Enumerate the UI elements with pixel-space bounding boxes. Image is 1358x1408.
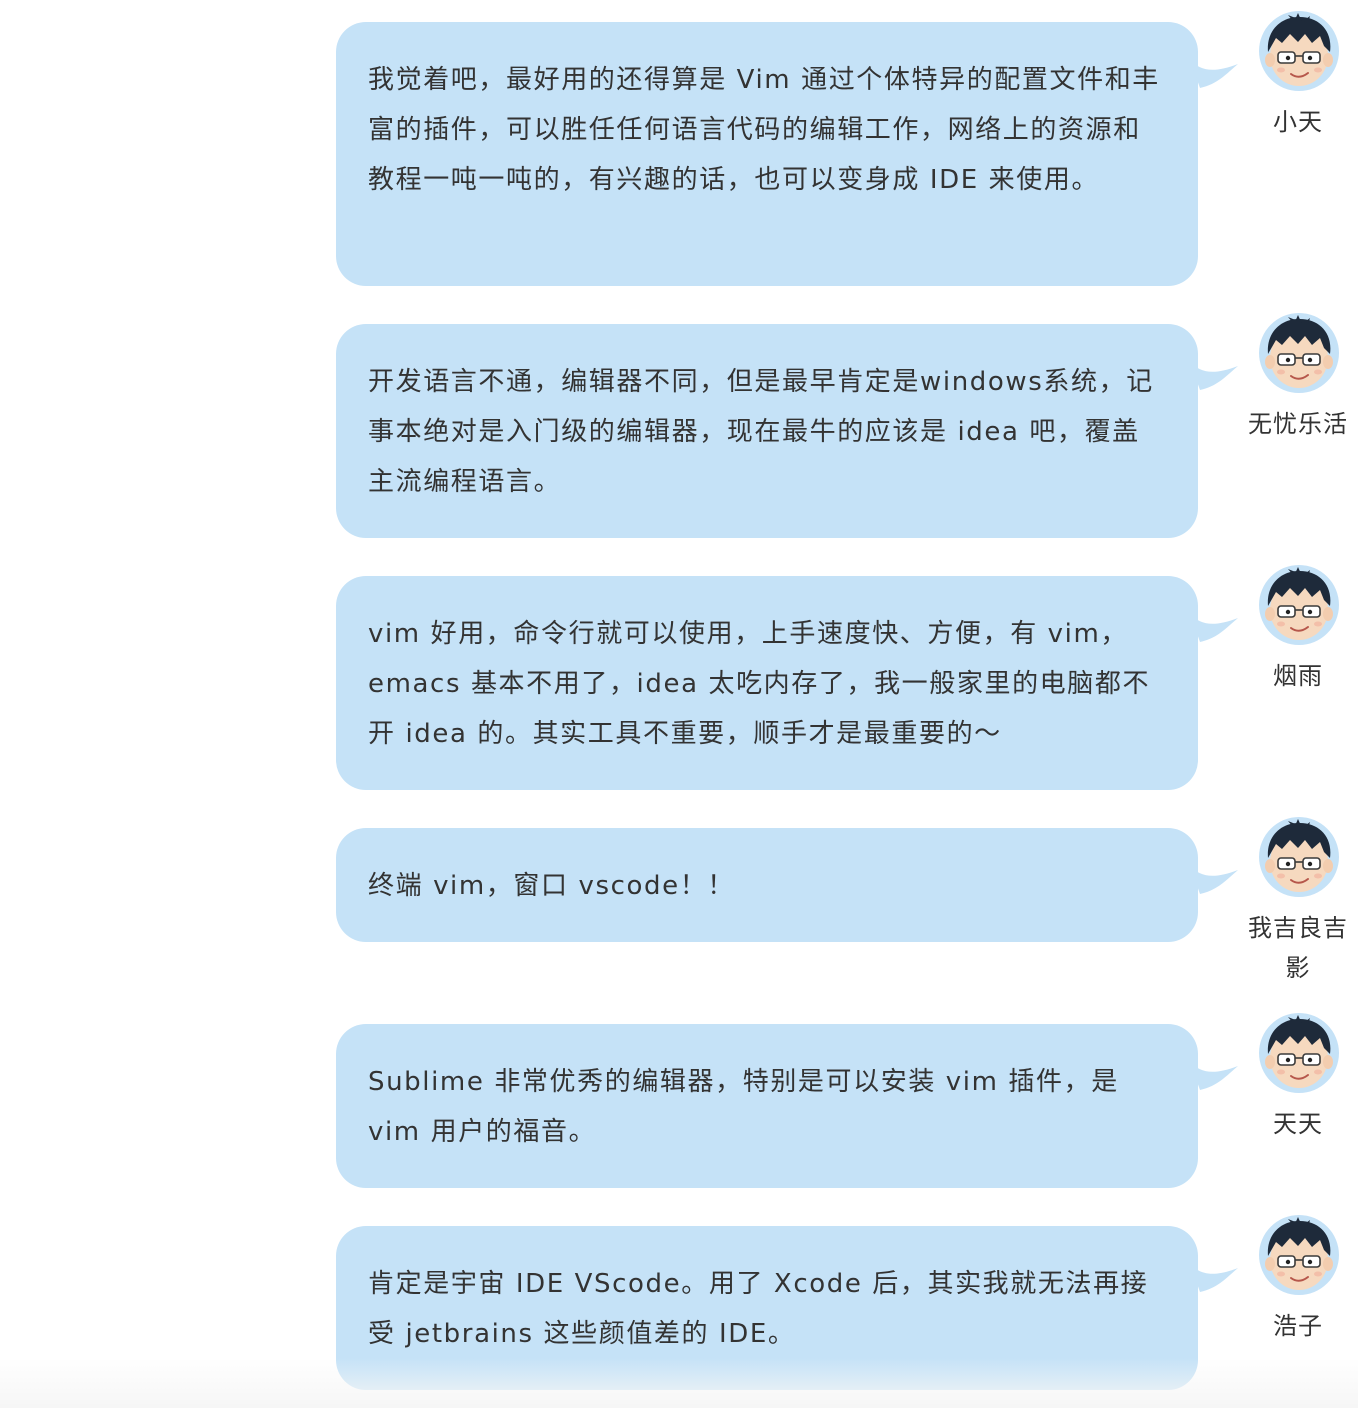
user-name[interactable]: 烟雨 xyxy=(1238,656,1358,696)
message-text: 终端 vim，窗口 vscode！！ xyxy=(368,871,735,901)
message-bubble: vim 好用，命令行就可以使用，上手速度快、方便，有 vim，emacs 基本不… xyxy=(336,576,1198,790)
avatar-icon[interactable] xyxy=(1258,564,1340,646)
bubble-tail xyxy=(1190,1062,1238,1090)
message-text: Sublime 非常优秀的编辑器，特别是可以安装 vim 插件，是 vim 用户… xyxy=(368,1067,1119,1147)
bubble-tail xyxy=(1190,362,1238,390)
user-name[interactable]: 天天 xyxy=(1238,1104,1358,1144)
user-name[interactable]: 浩子 xyxy=(1238,1306,1358,1346)
avatar-icon[interactable] xyxy=(1258,1214,1340,1296)
bubble-tail xyxy=(1190,866,1238,894)
message-text: 开发语言不通，编辑器不同，但是最早肯定是windows系统，记事本绝对是入门级的… xyxy=(368,367,1154,497)
avatar-icon[interactable] xyxy=(1258,1012,1340,1094)
bubble-tail xyxy=(1190,614,1238,642)
bubble-tail xyxy=(1190,1264,1238,1292)
message-bubble: 我觉着吧，最好用的还得算是 Vim 通过个体特异的配置文件和丰富的插件，可以胜任… xyxy=(336,22,1198,286)
message-bubble: 终端 vim，窗口 vscode！！ xyxy=(336,828,1198,942)
message-bubble: 开发语言不通，编辑器不同，但是最早肯定是windows系统，记事本绝对是入门级的… xyxy=(336,324,1198,538)
message-text: 我觉着吧，最好用的还得算是 Vim 通过个体特异的配置文件和丰富的插件，可以胜任… xyxy=(368,65,1160,195)
bubble-tail xyxy=(1190,60,1238,88)
avatar-icon[interactable] xyxy=(1258,312,1340,394)
avatar-icon[interactable] xyxy=(1258,10,1340,92)
message-text: vim 好用，命令行就可以使用，上手速度快、方便，有 vim，emacs 基本不… xyxy=(368,619,1151,749)
user-name[interactable]: 我吉良吉影 xyxy=(1238,908,1358,988)
message-text: 肯定是宇宙 IDE VScode。用了 Xcode 后，其实我就无法再接受 je… xyxy=(368,1269,1149,1349)
message-bubble: 肯定是宇宙 IDE VScode。用了 Xcode 后，其实我就无法再接受 je… xyxy=(336,1226,1198,1390)
avatar-icon[interactable] xyxy=(1258,816,1340,898)
user-name[interactable]: 无忧乐活 xyxy=(1238,404,1358,444)
message-bubble: Sublime 非常优秀的编辑器，特别是可以安装 vim 插件，是 vim 用户… xyxy=(336,1024,1198,1188)
user-name[interactable]: 小天 xyxy=(1238,102,1358,142)
